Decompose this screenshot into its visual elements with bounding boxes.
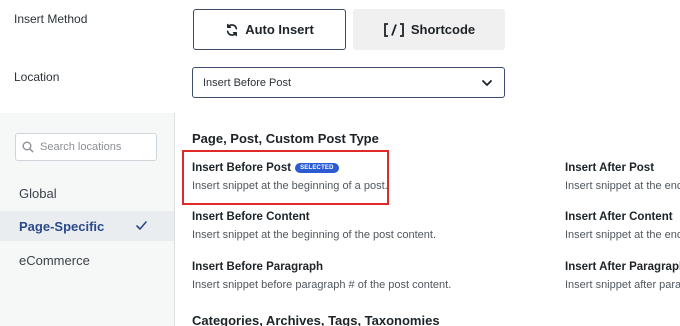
insert-settings: Insert Method Auto Insert Shortcode Loca… (0, 0, 680, 113)
option-title: Insert Before Paragraph (192, 261, 324, 273)
option-description: Insert snippet at the end of a post. (565, 180, 680, 192)
option-insert-after-content[interactable]: Insert After Content Insert snippet at t… (565, 211, 680, 241)
sidebar-item-ecommerce[interactable]: eCommerce (0, 245, 174, 275)
option-title: Insert After Post (565, 162, 655, 174)
sidebar-item-label: Page-Specific (19, 218, 105, 234)
insert-method-label: Insert Method (14, 12, 88, 26)
option-insert-after-paragraph[interactable]: Insert After Paragraph Insert snippet af… (565, 261, 680, 291)
option-insert-after-post[interactable]: Insert After Post Insert snippet at the … (565, 162, 680, 192)
sync-arrows-icon (225, 23, 239, 37)
highlight-box (182, 150, 389, 205)
location-picker-panel: Search locations Global Page-Specific eC… (0, 113, 680, 326)
option-title: Insert After Content (565, 211, 673, 223)
sidebar-item-label: eCommerce (19, 252, 90, 268)
option-title: Insert Before Content (192, 211, 310, 223)
search-locations-input[interactable]: Search locations (15, 133, 157, 161)
option-insert-before-content[interactable]: Insert Before Content Insert snippet at … (192, 211, 532, 241)
search-placeholder: Search locations (40, 141, 122, 153)
option-description: Insert snippet at the end of the post co… (565, 229, 680, 241)
sidebar-item-page-specific[interactable]: Page-Specific (0, 211, 174, 241)
auto-insert-button[interactable]: Auto Insert (193, 9, 346, 50)
checkmark-icon (135, 219, 148, 235)
option-description: Insert snippet at the beginning of the p… (192, 229, 437, 241)
location-label: Location (14, 70, 60, 84)
location-sidebar: Search locations Global Page-Specific eC… (0, 113, 175, 326)
group-title-categories: Categories, Archives, Tags, Taxonomies (192, 313, 440, 326)
option-title: Insert After Paragraph (565, 261, 680, 273)
group-title-page-post: Page, Post, Custom Post Type (192, 131, 379, 146)
sidebar-item-global[interactable]: Global (0, 178, 174, 208)
option-description: Insert snippet before paragraph # of the… (192, 279, 452, 291)
location-options: Page, Post, Custom Post Type Insert Befo… (175, 113, 680, 326)
shortcode-brackets-icon (383, 22, 405, 37)
option-insert-before-paragraph[interactable]: Insert Before Paragraph Insert snippet b… (192, 261, 532, 291)
option-description: Insert snippet after paragraph # of the … (565, 279, 680, 291)
shortcode-label: Shortcode (410, 22, 476, 37)
location-select[interactable]: Insert Before Post (192, 67, 505, 98)
sidebar-item-label: Global (19, 185, 57, 201)
chevron-down-icon (481, 77, 493, 92)
location-selected-value: Insert Before Post (203, 76, 292, 89)
auto-insert-label: Auto Insert (245, 22, 314, 37)
shortcode-button[interactable]: Shortcode (353, 9, 505, 50)
search-icon (22, 141, 34, 153)
